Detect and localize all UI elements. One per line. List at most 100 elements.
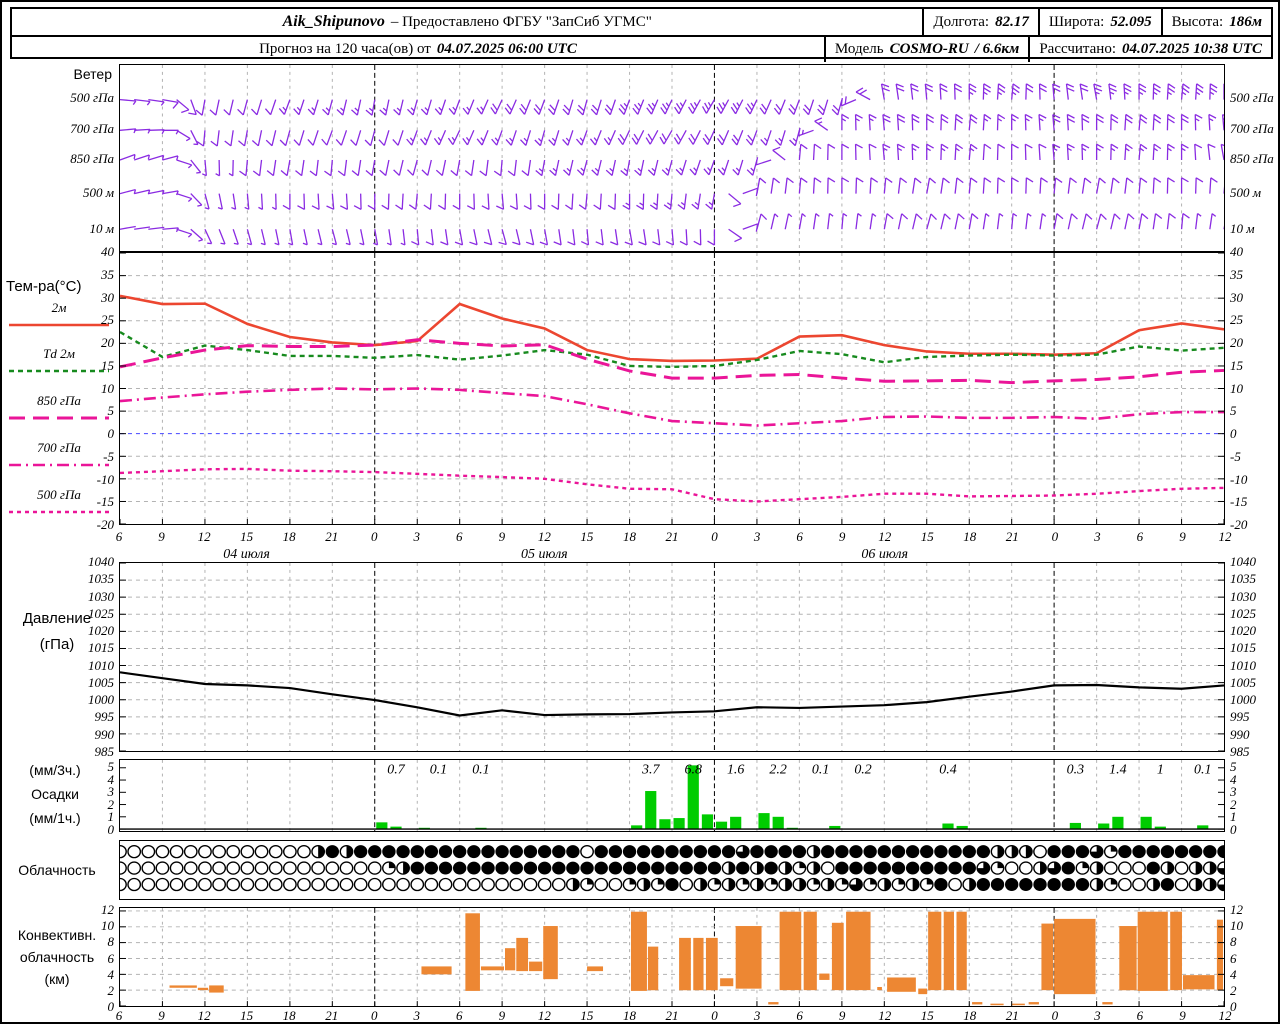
axis-tick-label: 25 (1230, 312, 1243, 328)
axis-tick-label: 8 (1230, 934, 1237, 950)
wind-panel (119, 64, 1225, 252)
axis-tick-label: 12 (878, 529, 892, 544)
axis-tick-label: 12 (197, 1008, 211, 1023)
svg-text:6.8: 6.8 (685, 762, 703, 777)
axis-tick-label: 9 (1179, 529, 1186, 544)
axis-tick-label: 985 (1230, 744, 1250, 759)
axis-tick-label: 1010 (88, 657, 114, 673)
axis-tick-label: 0 (711, 1008, 718, 1023)
svg-text:0.1: 0.1 (472, 762, 489, 777)
axis-tick-label: 18 (282, 1008, 296, 1023)
cloud-cover-chart (120, 844, 1224, 892)
axis-tick-label: 3 (413, 1008, 421, 1023)
axis-tick-label: 6 (796, 529, 803, 544)
axis-tick-label: 21 (325, 1008, 339, 1023)
axis-tick-label: 21 (1005, 1008, 1019, 1023)
svg-text:0.1: 0.1 (1194, 762, 1211, 777)
wind-level-label: 10 м (1230, 221, 1255, 236)
longitude-label: Долгота: (933, 13, 990, 30)
temp-panel (119, 252, 1225, 525)
header-row-2: Прогноз на 120 часа(ов) от 04.07.2025 06… (12, 37, 1271, 62)
axis-tick-label: 3 (1094, 529, 1101, 544)
model-name: COSMO-RU (889, 41, 969, 57)
axis-tick-label: 990 (1230, 726, 1250, 742)
axis-tick-label: 9 (498, 1008, 506, 1023)
axis-tick-label: 1035 (1230, 571, 1256, 587)
axis-tick-label: 30 (1230, 289, 1243, 305)
axis-tick-label: 15 (240, 1008, 254, 1023)
axis-tick-label: 20 (1230, 335, 1243, 350)
svg-text:0.7: 0.7 (387, 762, 406, 777)
svg-text:0.1: 0.1 (812, 762, 829, 777)
station-segment: Aik_Shipunovo – Предоставлено ФГБУ "ЗапС… (12, 9, 922, 35)
svg-text:0.4: 0.4 (939, 762, 957, 777)
axis-tick-label: 1005 (88, 674, 114, 690)
legend-500-label: 500 гПа (37, 487, 81, 502)
svg-text:2.2: 2.2 (769, 762, 787, 777)
legend-t2m-line (9, 323, 109, 327)
axis-tick-label: 9 (158, 1008, 165, 1023)
axis-tick-label: 40 (101, 244, 114, 259)
legend-850-line (9, 416, 109, 420)
axis-tick-label: 1025 (1230, 605, 1256, 621)
provider-text: – Предоставлено ФГБУ "ЗапСиб УГМС" (390, 13, 652, 30)
cloud-panel (119, 840, 1225, 900)
legend-td-line (9, 369, 109, 373)
axis-tick-label: 12 (1230, 902, 1243, 917)
axis-tick-label: 1030 (88, 588, 114, 604)
axis-tick-label: 9 (1179, 1008, 1186, 1023)
legend-700: 700 гПа (6, 440, 112, 474)
axis-tick-label: 9 (158, 529, 165, 544)
svg-text:3.7: 3.7 (641, 762, 661, 777)
axis-tick-label: 6 (1230, 950, 1237, 966)
calc-time: 04.07.2025 10:38 UTC (1122, 41, 1262, 57)
latitude-value: 52.095 (1110, 13, 1152, 30)
axis-tick-label: 12 (1218, 1008, 1232, 1023)
axis-tick-label: 15 (920, 529, 934, 544)
axis-tick-label: -20 (1230, 517, 1248, 532)
axis-tick-label: 0 (1230, 426, 1237, 441)
axis-tick-label: 12 (197, 529, 211, 544)
altitude-value: 186м (1229, 13, 1262, 30)
axis-tick-label: 18 (282, 529, 296, 544)
precip-panel-title: Осадки (31, 786, 79, 802)
axis-tick-label: 0 (1230, 822, 1237, 837)
model-resolution: / 6.6км (974, 41, 1020, 57)
axis-tick-label: 6 (796, 1008, 803, 1023)
axis-tick-label: 0 (1051, 1008, 1059, 1023)
axis-tick-label: 990 (94, 726, 115, 742)
svg-text:1.4: 1.4 (1109, 762, 1127, 777)
axis-tick-label: 6 (115, 1008, 123, 1023)
axis-tick-label: 985 (94, 744, 115, 759)
forecast-start: 04.07.2025 06:00 UTC (436, 41, 577, 57)
conv-panel (119, 907, 1225, 1007)
axis-tick-label: 35 (1230, 266, 1243, 282)
legend-t2m-label: 2м (51, 300, 67, 315)
cloud-panel-title: Облачность (18, 862, 96, 878)
axis-tick-label: 15 (580, 1008, 594, 1023)
wind-level-label: 500 м (1230, 185, 1262, 200)
axis-tick-label: -10 (1230, 471, 1248, 487)
date-label: 06 июля (861, 547, 908, 562)
axis-tick-label: 6 (1136, 529, 1144, 544)
model-segment: Модель COSMO-RU / 6.6км (823, 37, 1028, 62)
legend-td: Td 2м (6, 346, 112, 380)
pressure-chart (120, 563, 1224, 751)
conv-panel-title-2: облачность (19, 949, 95, 965)
header-box: Aik_Shipunovo – Предоставлено ФГБУ "ЗапС… (10, 7, 1273, 62)
axis-tick-label: 1000 (1230, 692, 1256, 708)
model-label: Модель (834, 41, 884, 57)
pressure-panel-units: (гПа) (39, 636, 75, 653)
axis-tick-label: 0 (1230, 999, 1237, 1014)
axis-tick-label: 15 (1230, 357, 1243, 373)
axis-tick-label: 1040 (88, 554, 114, 569)
axis-tick-label: 21 (325, 529, 339, 544)
axis-tick-label: 2 (1230, 796, 1237, 812)
svg-text:0.1: 0.1 (430, 762, 447, 777)
altitude-segment: Высота: 186м (1160, 9, 1271, 35)
svg-text:1: 1 (1157, 762, 1164, 777)
axis-tick-label: 6 (456, 529, 463, 544)
legend-td-label: Td 2м (43, 346, 75, 361)
axis-tick-label: 4 (1230, 771, 1237, 787)
axis-tick-label: 3 (1230, 784, 1237, 800)
